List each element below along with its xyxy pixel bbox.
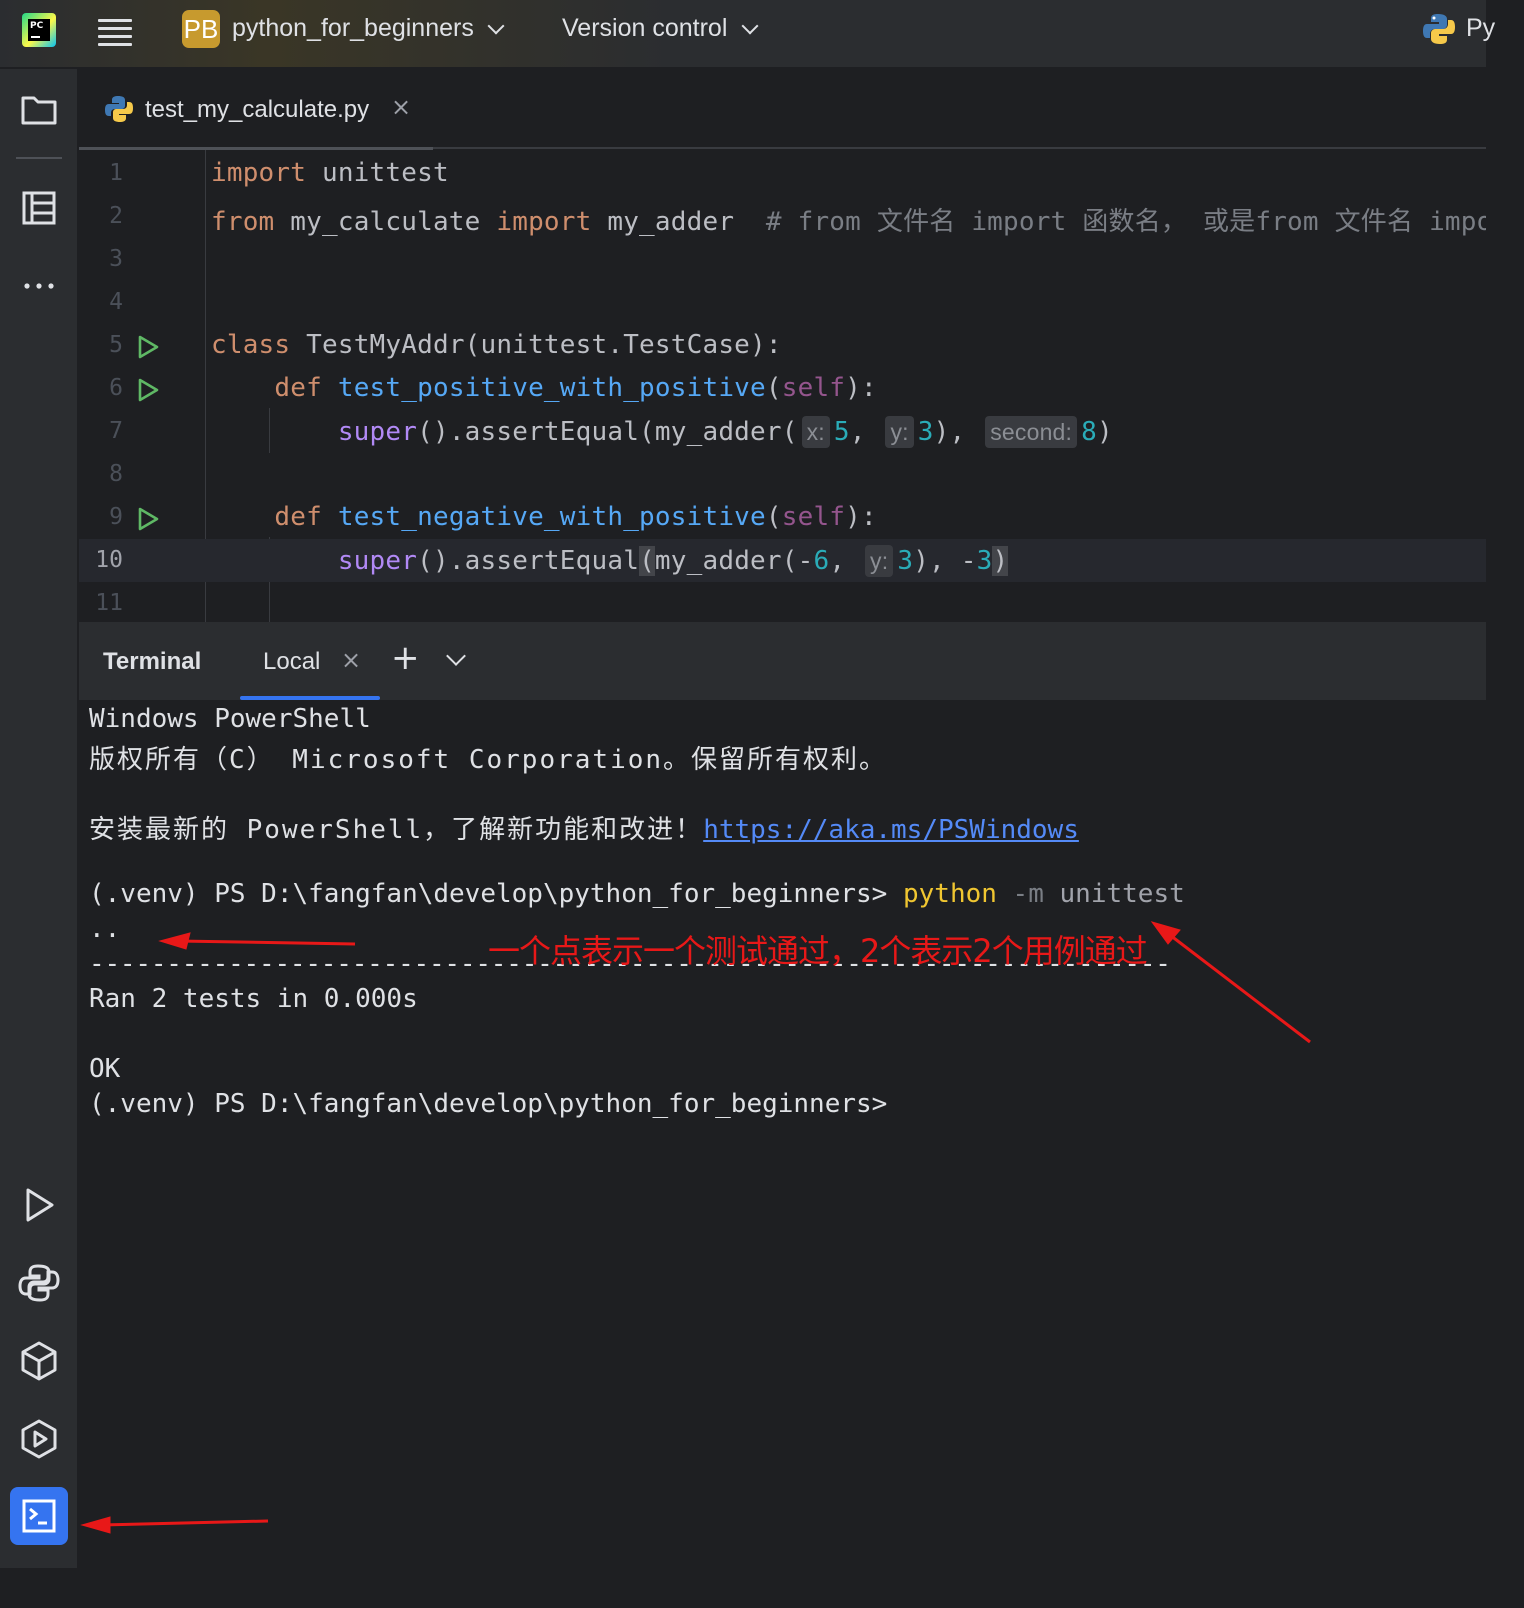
run-test-gutter-icon[interactable]	[135, 506, 161, 532]
editor-tab-bar: test_my_calculate.py ×	[79, 69, 1486, 151]
terminal-title: Terminal	[103, 648, 202, 675]
project-badge[interactable]: PB	[182, 10, 220, 48]
current-code-line: 10 super().assertEqual(my_adder(-6, y: 3)…	[79, 539, 1486, 582]
code-text: from my_calculate import my_adder # from…	[211, 201, 1486, 238]
vcs-chevron-down-icon[interactable]	[741, 17, 759, 35]
terminal-line: 版权所有（C） Microsoft Corporation。保留所有权利。	[89, 745, 888, 775]
pycharm-logo-icon[interactable]: PC	[22, 13, 56, 47]
code-line: 9 def test_negative_with_positive(self):	[79, 496, 1486, 539]
code-editor[interactable]: 1 import unittest 2 from my_calculate im…	[79, 150, 1486, 622]
terminal-line: Ran 2 tests in 0.000s	[89, 984, 418, 1014]
line-number: 11	[95, 590, 123, 616]
code-line: 3	[79, 238, 1486, 281]
run-icon[interactable]	[16, 1182, 62, 1228]
main-menu-icon[interactable]	[98, 14, 132, 46]
code-line: 8	[79, 453, 1486, 496]
new-terminal-icon[interactable]: +	[391, 638, 420, 678]
tool-window-strip	[0, 69, 78, 1568]
more-icon[interactable]	[16, 263, 62, 309]
terminal-options-chevron-down-icon[interactable]	[446, 646, 466, 666]
run-test-gutter-icon[interactable]	[135, 334, 161, 360]
terminal-header: Terminal Local × +	[79, 622, 1486, 700]
code-line: 5 class TestMyAddr(unittest.TestCase):	[79, 324, 1486, 367]
line-number: 6	[109, 375, 123, 401]
editor-tab-label: test_my_calculate.py	[145, 96, 370, 123]
code-text: import unittest	[211, 158, 449, 188]
code-text: super().assertEqual(my_adder(x: 5, y: 3), …	[337, 416, 1113, 448]
line-number: 1	[109, 160, 123, 186]
code-line: 4	[79, 281, 1486, 324]
terminal-command-line: (.venv) PS D:\fangfan\develop\python_for…	[89, 879, 1185, 909]
code-line: 11	[79, 582, 1486, 622]
code-line: 6 def test_positive_with_positive(self):	[79, 367, 1486, 410]
terminal-tab-local[interactable]: Local	[263, 648, 320, 676]
line-number: 3	[109, 246, 123, 272]
code-text: def test_negative_with_positive(self):	[274, 502, 877, 532]
title-bar: PC PB python_for_beginners Version contr…	[0, 0, 1495, 68]
annotation-text: 一个点表示一个测试通过，2个表示2个用例通过	[488, 932, 1148, 970]
terminal-line: OK	[89, 1054, 121, 1084]
close-terminal-tab-icon[interactable]: ×	[341, 646, 361, 674]
code-line: 1 import unittest	[79, 152, 1486, 195]
run-test-gutter-icon[interactable]	[135, 377, 161, 403]
terminal-output[interactable]: Windows PowerShell 版权所有（C） Microsoft Cor…	[79, 700, 1486, 1568]
line-number: 7	[109, 418, 123, 444]
code-line: 7 super().assertEqual(my_adder(x: 5, y: 3)…	[79, 410, 1486, 453]
line-number: 2	[109, 203, 123, 229]
project-chevron-down-icon[interactable]	[487, 17, 505, 35]
code-text: super().assertEqual(my_adder(-6, y: 3), -…	[337, 545, 1009, 577]
code-line: 2 from my_calculate import my_adder # fr…	[79, 195, 1486, 238]
python-packages-icon[interactable]	[16, 1338, 62, 1384]
powershell-link[interactable]: https://aka.ms/PSWindows	[703, 815, 1079, 845]
terminal-icon	[22, 1499, 56, 1533]
python-interpreter-icon[interactable]	[1422, 12, 1456, 46]
close-tab-icon[interactable]: ×	[391, 93, 411, 121]
parameter-hint: x:	[801, 416, 830, 448]
test-progress-dots: ..	[89, 914, 121, 944]
code-text: def test_positive_with_positive(self):	[274, 373, 877, 403]
structure-icon[interactable]	[16, 185, 62, 231]
folder-icon[interactable]	[16, 87, 62, 133]
line-number: 10	[95, 547, 123, 573]
python-console-icon[interactable]	[16, 1260, 62, 1306]
python-file-icon	[105, 96, 133, 122]
code-text: class TestMyAddr(unittest.TestCase):	[211, 330, 782, 360]
run-config-label[interactable]: Py	[1466, 14, 1495, 43]
line-number: 4	[109, 289, 123, 315]
line-number: 8	[109, 461, 123, 487]
toolbar-divider	[16, 157, 62, 159]
code-comment: # from 文件名 import 函数名， 或是from 文件名 import…	[765, 207, 1486, 237]
parameter-hint: y:	[865, 545, 894, 577]
editor-tab[interactable]: test_my_calculate.py ×	[79, 69, 433, 151]
services-icon[interactable]	[16, 1416, 62, 1462]
version-control-menu[interactable]: Version control	[562, 14, 727, 43]
terminal-prompt: (.venv) PS D:\fangfan\develop\python_for…	[89, 1089, 888, 1119]
parameter-hint: second:	[985, 416, 1078, 448]
line-number: 9	[109, 504, 123, 530]
terminal-tool-button[interactable]	[10, 1487, 68, 1545]
line-number: 5	[109, 332, 123, 358]
project-selector[interactable]: python_for_beginners	[232, 14, 474, 43]
parameter-hint: y:	[885, 416, 914, 448]
terminal-line: Windows PowerShell	[89, 704, 371, 734]
terminal-line: 安装最新的 PowerShell，了解新功能和改进！https://aka.ms…	[89, 815, 1079, 845]
